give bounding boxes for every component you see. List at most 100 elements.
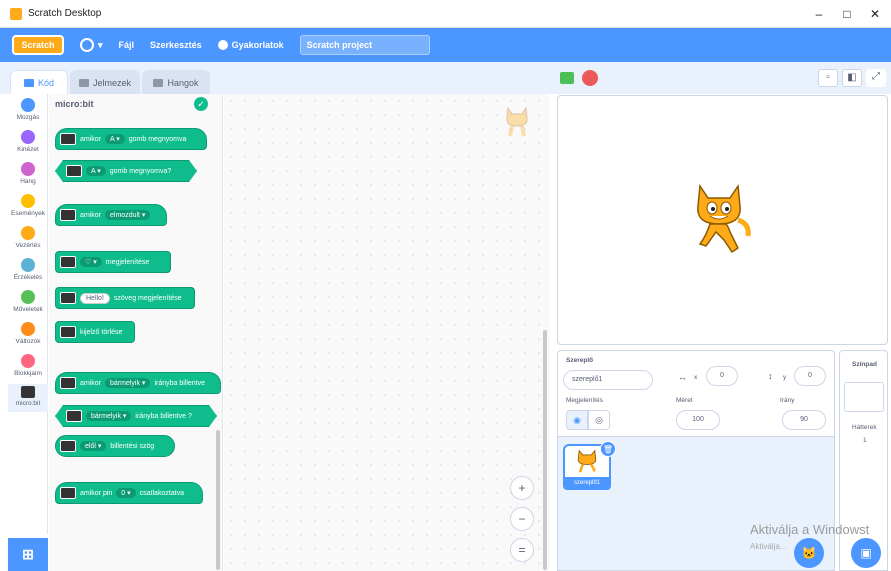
category-variables[interactable]: Változók: [8, 322, 48, 345]
category-microbit[interactable]: micro:bit: [8, 384, 48, 412]
cat-sprite[interactable]: [686, 180, 756, 258]
tab-costumes-label: Jelmezek: [92, 77, 131, 88]
category-label: Érzékelés: [13, 274, 43, 281]
category-label: Vezérlés: [15, 242, 41, 249]
block-tilted-boolean[interactable]: bármelyik ▾ irányba billentve ?: [55, 405, 217, 427]
add-extension-button[interactable]: ⊞: [8, 538, 48, 571]
close-button[interactable]: ✕: [864, 4, 886, 24]
minimize-button[interactable]: –: [808, 4, 830, 24]
tutorials-label: Gyakorlatok: [231, 40, 284, 50]
tab-costumes[interactable]: Jelmezek: [70, 70, 140, 94]
text-input[interactable]: Hello!: [80, 292, 110, 304]
block-display-pattern[interactable]: ♡ ▾ megjelenítése: [55, 251, 171, 273]
microbit-icon: [66, 165, 82, 177]
small-stage-button[interactable]: ▫: [818, 69, 838, 87]
tab-code-label: Kód: [37, 78, 54, 88]
trash-icon[interactable]: 🗑: [600, 441, 616, 457]
tab-sounds[interactable]: Hangok: [142, 70, 210, 94]
block-when-button-pressed[interactable]: amikor A ▾ gomb megnyomva: [55, 128, 207, 150]
edit-menu[interactable]: Szerkesztés: [150, 40, 202, 50]
block-display-text[interactable]: Hello! szöveg megjelenítése: [55, 287, 195, 309]
zoom-in-button[interactable]: +: [510, 476, 534, 500]
workspace-scrollbar[interactable]: [543, 330, 547, 570]
category-label: Változók: [15, 338, 41, 345]
category-control[interactable]: Vezérlés: [8, 226, 48, 249]
microbit-icon: [60, 377, 76, 389]
y-label: y: [783, 374, 787, 381]
block-text: amikor: [80, 211, 102, 219]
category-looks[interactable]: Kinézet: [8, 130, 48, 153]
pin-dropdown[interactable]: 0 ▾: [116, 488, 136, 498]
zoom-out-button[interactable]: −: [510, 507, 534, 531]
category-my-blocks[interactable]: Blokkjaim: [8, 354, 48, 377]
windows-activation-watermark: Aktiválja a Windowst: [750, 522, 870, 537]
pattern-dropdown[interactable]: ♡ ▾: [80, 257, 102, 267]
category-operators[interactable]: Műveletek: [8, 290, 48, 313]
palette-header: micro:bit: [55, 99, 94, 109]
show-sprite-button[interactable]: ◉: [566, 410, 588, 430]
direction-input[interactable]: 90: [782, 410, 826, 430]
block-when-moved[interactable]: amikor elmozdult ▾: [55, 204, 167, 226]
x-position-input[interactable]: 0: [706, 366, 738, 386]
gesture-dropdown[interactable]: elmozdult ▾: [105, 210, 151, 220]
block-text: csatlakoztatva: [139, 489, 185, 497]
category-sound[interactable]: Hang: [8, 162, 48, 185]
tab-code[interactable]: Kód: [10, 70, 68, 95]
show-label: Megjelenítés: [566, 397, 603, 404]
stop-icon[interactable]: [582, 70, 598, 86]
block-text: gomb megnyomva: [128, 135, 187, 143]
block-when-pin-connected[interactable]: amikor pin 0 ▾ csatlakoztatva: [55, 482, 203, 504]
direction-label: Irány: [780, 397, 795, 404]
maximize-button[interactable]: □: [836, 4, 858, 24]
direction-dropdown[interactable]: elől ▾: [80, 441, 107, 451]
x-arrows-icon: ↔: [678, 372, 687, 382]
category-sensing[interactable]: Érzékelés: [8, 258, 48, 281]
backdrops-label: Hátterek: [852, 424, 877, 431]
button-dropdown[interactable]: A ▾: [105, 134, 125, 144]
category-label: Mozgás: [16, 114, 40, 121]
file-menu[interactable]: Fájl: [119, 40, 135, 50]
choose-backdrop-button[interactable]: ▣: [851, 538, 881, 568]
block-text: kijelző törlése: [80, 328, 123, 336]
block-text: amikor pin: [80, 489, 113, 497]
backdrop-thumbnail[interactable]: [844, 382, 884, 412]
block-text: gomb megnyomva?: [109, 167, 172, 175]
direction-dropdown[interactable]: bármelyik ▾: [105, 378, 151, 388]
category-dot-icon: [21, 322, 35, 336]
stage-panel-title: Színpad: [852, 361, 877, 368]
y-position-input[interactable]: 0: [794, 366, 826, 386]
zoom-reset-button[interactable]: =: [510, 538, 534, 562]
hide-sprite-button[interactable]: ◎: [588, 410, 610, 430]
palette-scrollbar[interactable]: [216, 430, 220, 570]
direction-dropdown[interactable]: bármelyik ▾: [86, 411, 131, 421]
size-label: Méret: [676, 397, 693, 404]
size-input[interactable]: 100: [676, 410, 720, 430]
category-motion[interactable]: Mozgás: [8, 98, 48, 121]
scratch-logo[interactable]: Scratch: [12, 35, 64, 55]
block-when-tilted[interactable]: amikor bármelyik ▾ irányba billentve: [55, 372, 221, 394]
category-events[interactable]: Események: [8, 194, 48, 217]
category-label: Hang: [20, 178, 36, 185]
block-text: irányba billentve: [154, 379, 206, 387]
block-text: szöveg megjelenítése: [113, 294, 182, 302]
block-tilt-angle-reporter[interactable]: elől ▾ billentési szög: [55, 435, 175, 457]
sprite-name-input[interactable]: szereplő1: [563, 370, 653, 390]
window-titlebar: Scratch Desktop – □ ✕: [0, 0, 891, 28]
tab-sounds-label: Hangok: [167, 77, 199, 88]
block-button-pressed-boolean[interactable]: A ▾ gomb megnyomva?: [55, 160, 197, 182]
green-flag-icon[interactable]: [560, 72, 574, 84]
category-dot-icon: [21, 162, 35, 176]
sprite-cat-icon: [506, 106, 528, 137]
block-clear-display[interactable]: kijelző törlése: [55, 321, 135, 343]
fullscreen-button[interactable]: ⤢: [866, 69, 886, 87]
editor-tabs-row: Kód Jelmezek Hangok ▫ ◧ ⤢: [0, 62, 891, 95]
category-menu: Mozgás Kinézet Hang Események Vezérlés É…: [8, 94, 48, 534]
tutorials-menu[interactable]: Gyakorlatok: [217, 40, 284, 50]
chevron-down-icon: ▾: [98, 39, 103, 50]
language-menu[interactable]: ▾: [80, 38, 103, 52]
project-title-input[interactable]: Scratch project: [299, 35, 430, 55]
normal-stage-button[interactable]: ◧: [842, 69, 862, 87]
choose-sprite-button[interactable]: 🐱: [794, 538, 824, 568]
button-dropdown[interactable]: A ▾: [86, 166, 106, 176]
script-workspace[interactable]: [224, 94, 550, 571]
